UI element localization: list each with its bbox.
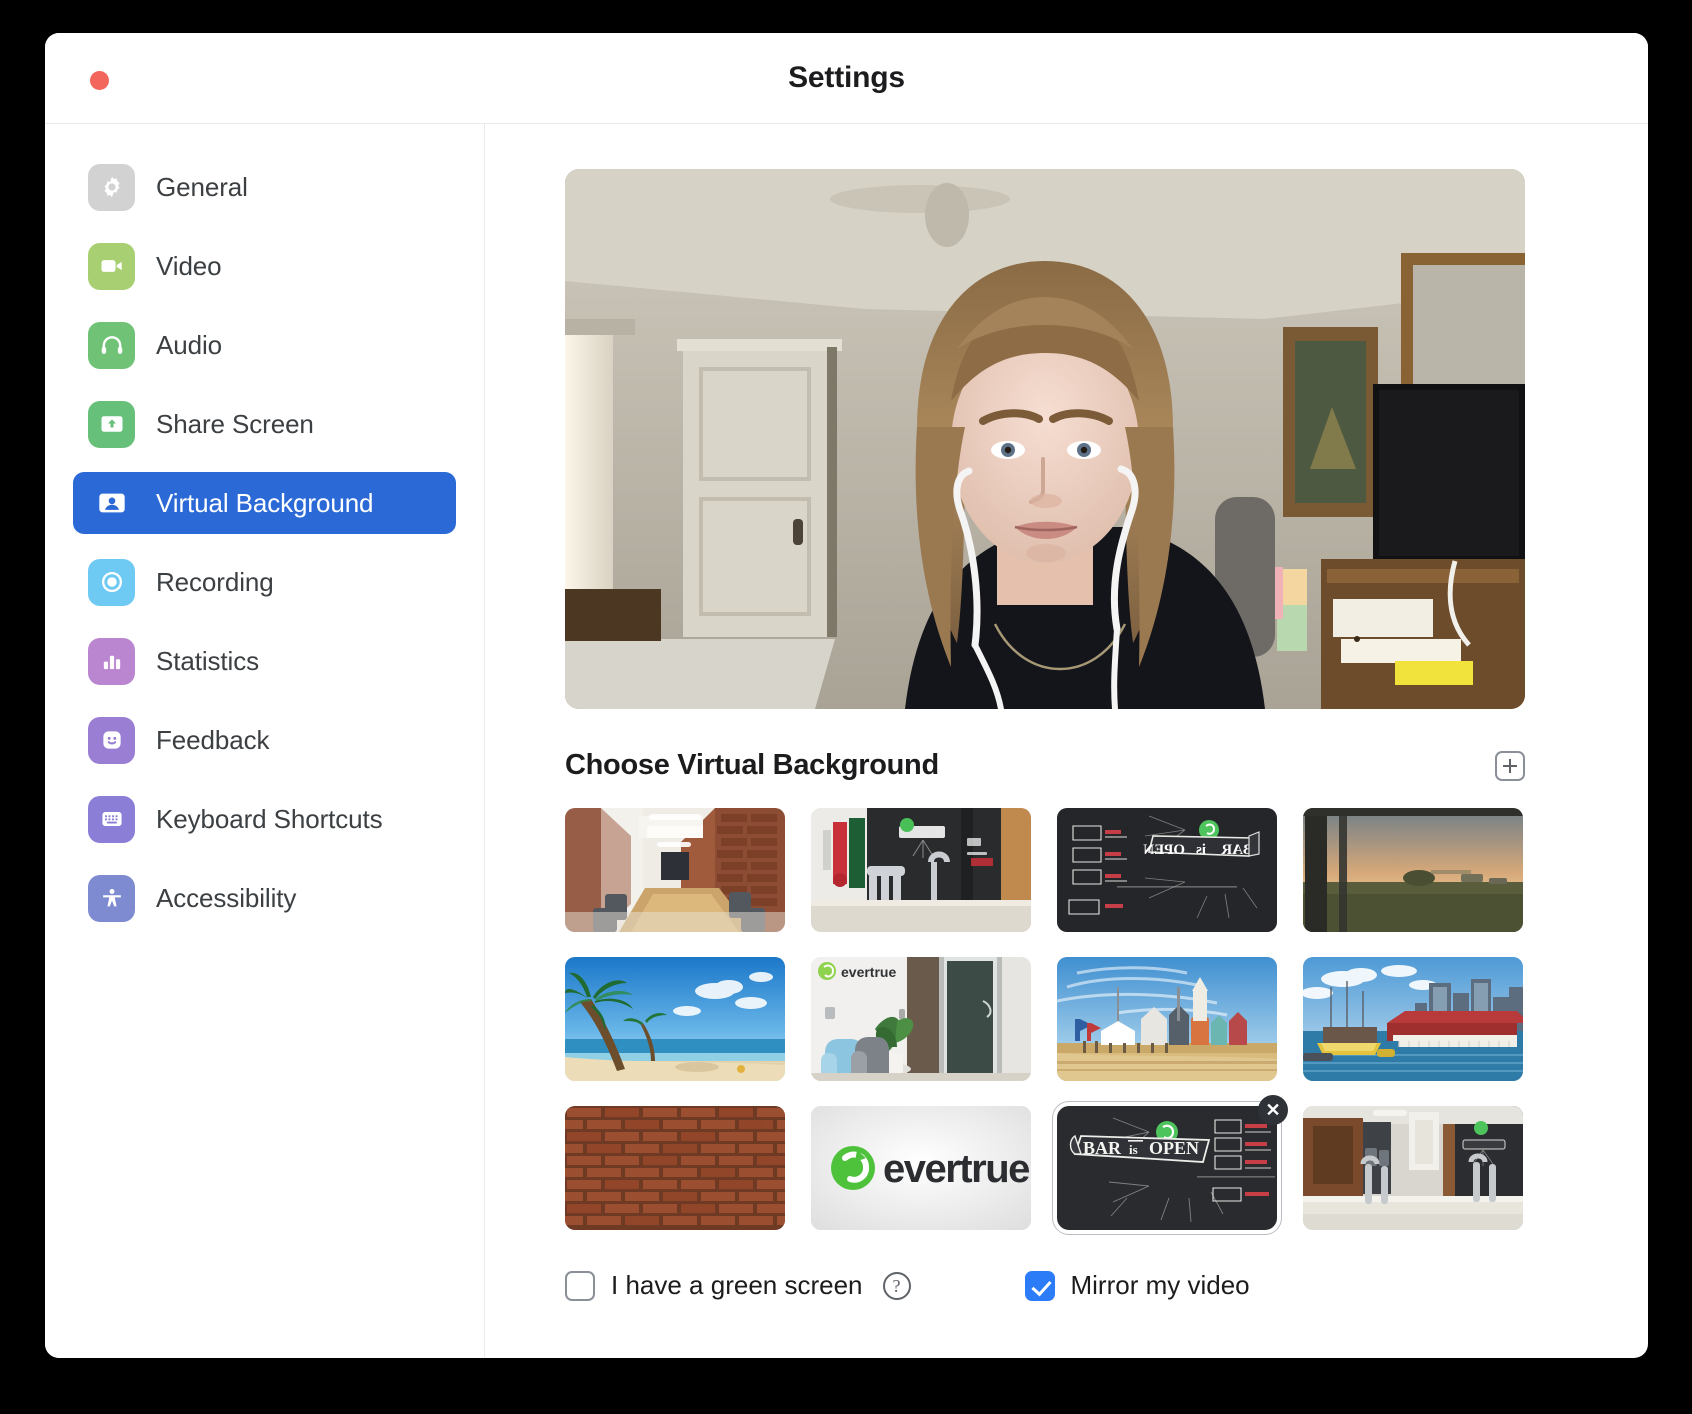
sidebar-item-general[interactable]: General (73, 156, 456, 218)
headphones-icon (88, 321, 135, 369)
thumbnail-image: BAR is OPEN (1057, 1106, 1277, 1230)
thumbnail-image (1303, 808, 1523, 932)
keyboard-icon (88, 795, 135, 843)
background-thumbnail-evertrue-office-lobby[interactable]: evertrue (811, 957, 1031, 1081)
sidebar-item-statistics[interactable]: Statistics (73, 630, 456, 692)
sidebar-item-label: Recording (156, 566, 274, 597)
video-camera-icon (88, 242, 135, 290)
sidebar-item-accessibility[interactable]: Accessibility (73, 867, 456, 929)
help-icon[interactable]: ? (882, 1271, 911, 1300)
sidebar-item-label: Audio (156, 329, 222, 360)
mirror-video-label: Mirror my video (1070, 1270, 1250, 1300)
sidebar-item-label: Accessibility (156, 882, 297, 913)
background-thumbnail-bar-is-open-chalkboard[interactable]: ✕ BAR is OPEN (1053, 1095, 1288, 1234)
settings-sidebar: General Video Audio Share Screen Virtual… (45, 124, 485, 1358)
background-section-title: Choose Virtual Background (565, 749, 939, 781)
virtual-background-options: I have a green screen ? Mirror my video (565, 1270, 1525, 1301)
sidebar-item-video[interactable]: Video (73, 235, 456, 297)
mirror-video-checkbox[interactable] (1024, 1270, 1055, 1301)
thumbnail-image (565, 808, 785, 932)
title-bar: Settings (45, 33, 1648, 124)
sidebar-item-label: General (156, 171, 248, 202)
thumbnail-image: evertrue (811, 957, 1031, 1081)
add-background-button[interactable] (1495, 750, 1525, 781)
green-screen-label: I have a green screen (611, 1270, 863, 1300)
gear-icon (88, 163, 135, 211)
sidebar-item-feedback[interactable]: Feedback (73, 709, 456, 771)
sidebar-item-recording[interactable]: Recording (73, 551, 456, 613)
green-screen-checkbox[interactable] (565, 1270, 595, 1301)
green-screen-option[interactable]: I have a green screen ? (565, 1270, 911, 1301)
sidebar-item-label: Keyboard Shortcuts (156, 803, 383, 834)
background-section-header: Choose Virtual Background (565, 749, 1525, 782)
thumbnail-image (1303, 1106, 1523, 1230)
virtual-background-icon (88, 480, 135, 527)
sidebar-item-label: Share Screen (156, 408, 314, 439)
camera-preview-image (565, 169, 1525, 709)
svg-text:OPEN: OPEN (1149, 1138, 1199, 1158)
sidebar-item-label: Video (156, 250, 222, 281)
background-thumbnail-office-hallway-long-table[interactable] (565, 808, 785, 932)
sidebar-item-label: Virtual Background (156, 487, 374, 518)
remove-background-button[interactable]: ✕ (1258, 1095, 1288, 1125)
thumbnail-image (565, 1106, 785, 1230)
background-thumbnail-field-at-sunset[interactable] (1303, 808, 1523, 932)
background-thumbnail-beach-boardwalk-town[interactable] (1057, 957, 1277, 1081)
svg-text:is: is (1129, 1142, 1138, 1157)
background-thumbnail-bar-is-open-taps[interactable] (811, 808, 1031, 932)
background-thumbnail-grid: BAR is OPEN evertrue evertrue ✕ BAR is O… (565, 808, 1525, 1234)
sidebar-item-share-screen[interactable]: Share Screen (73, 393, 456, 455)
virtual-background-panel: Choose Virtual Background BAR is OPEN ev… (485, 124, 1648, 1358)
page-title: Settings (788, 61, 905, 94)
thumbnail-image: BAR is OPEN (1057, 808, 1277, 932)
sidebar-item-keyboard-shortcuts[interactable]: Keyboard Shortcuts (73, 788, 456, 850)
thumbnail-image (1303, 957, 1523, 1081)
smiley-icon (88, 716, 135, 764)
mirror-video-option[interactable]: Mirror my video (1024, 1270, 1250, 1301)
thumbnail-image (1057, 957, 1277, 1081)
svg-text:BAR: BAR (1083, 1138, 1122, 1158)
camera-preview[interactable] (565, 169, 1525, 709)
sidebar-item-label: Statistics (156, 645, 260, 676)
background-thumbnail-red-brick-wall[interactable] (565, 1106, 785, 1230)
sidebar-item-audio[interactable]: Audio (73, 314, 456, 376)
svg-text:evertrue: evertrue (883, 1147, 1029, 1191)
accessibility-icon (88, 874, 135, 922)
thumbnail-image (565, 957, 785, 1081)
sidebar-item-label: Feedback (156, 724, 270, 755)
sidebar-item-virtual-background[interactable]: Virtual Background (73, 472, 456, 534)
svg-text:is: is (1196, 842, 1206, 858)
background-thumbnail-office-kitchen-taps[interactable] (1303, 1106, 1523, 1230)
settings-window: Settings General Video Audio Share Scree… (45, 33, 1648, 1358)
record-icon (88, 558, 135, 606)
svg-text:evertrue: evertrue (841, 964, 896, 980)
background-thumbnail-tropical-beach-palm[interactable] (565, 957, 785, 1081)
close-window-button[interactable] (90, 71, 109, 90)
bar-chart-icon (88, 637, 135, 685)
svg-text:OPEN: OPEN (1143, 842, 1185, 858)
share-screen-icon (88, 400, 135, 448)
thumbnail-image: evertrue (811, 1106, 1031, 1230)
background-thumbnail-evertrue-logo[interactable]: evertrue (811, 1106, 1031, 1230)
window-body: General Video Audio Share Screen Virtual… (45, 124, 1648, 1358)
svg-text:BAR: BAR (1221, 842, 1253, 858)
background-thumbnail-harbor-waterfront-city[interactable] (1303, 957, 1523, 1081)
thumbnail-image (811, 808, 1031, 932)
background-thumbnail-bar-is-open-chalkboard-mirrored[interactable]: BAR is OPEN (1057, 808, 1277, 932)
